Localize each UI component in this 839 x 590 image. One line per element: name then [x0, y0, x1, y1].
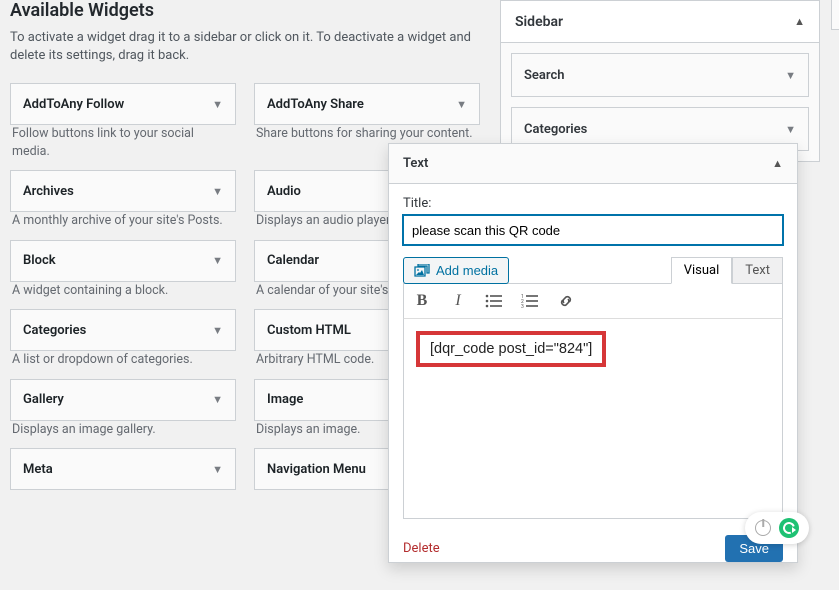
italic-button[interactable]: I: [448, 290, 468, 312]
chevron-down-icon: ▼: [785, 69, 796, 82]
svg-text:3: 3: [521, 304, 524, 308]
caret-up-icon: ▲: [772, 157, 783, 170]
text-widget-header[interactable]: Text ▲: [389, 144, 797, 184]
widget-desc: A widget containing a block.: [10, 282, 236, 300]
widget-name: Gallery: [23, 392, 64, 407]
widget-name: AddToAny Share: [267, 97, 364, 112]
chevron-down-icon: ▼: [212, 393, 223, 406]
sidebar-item-search[interactable]: Search ▼: [511, 53, 809, 97]
chevron-down-icon: ▼: [456, 98, 467, 111]
widget-addtoany-follow[interactable]: AddToAny Follow ▼: [10, 83, 236, 125]
bold-button[interactable]: B: [412, 290, 432, 312]
widget-desc: Follow buttons link to your social media…: [10, 125, 236, 160]
sidebar-panel: Sidebar ▲ Search ▼ Categories ▼: [500, 0, 820, 162]
power-icon[interactable]: [755, 520, 771, 536]
text-widget-title: Text: [403, 156, 428, 171]
widget-archives[interactable]: Archives ▼: [10, 170, 236, 212]
widget-name: Archives: [23, 184, 74, 199]
tab-visual[interactable]: Visual: [671, 257, 733, 284]
add-media-button[interactable]: Add media: [403, 257, 509, 284]
grammarly-widget[interactable]: [745, 512, 809, 544]
sidebar-item-label: Search: [524, 68, 565, 83]
chevron-down-icon: ▼: [212, 185, 223, 198]
sidebar-title: Sidebar: [515, 14, 563, 30]
add-media-label: Add media: [436, 263, 498, 278]
link-button[interactable]: [556, 290, 576, 312]
chevron-down-icon: ▼: [785, 123, 796, 136]
widget-gallery[interactable]: Gallery ▼: [10, 379, 236, 421]
widget-name: AddToAny Follow: [23, 97, 124, 112]
widget-name: Custom HTML: [267, 323, 351, 338]
media-icon: [414, 264, 430, 278]
sidebar-item-label: Categories: [524, 122, 587, 137]
widget-desc: A monthly archive of your site's Posts.: [10, 212, 236, 230]
widget-name: Block: [23, 253, 56, 268]
widget-block[interactable]: Block ▼: [10, 240, 236, 282]
widget-desc: Share buttons for sharing your content.: [254, 125, 480, 143]
text-widget-editor: Text ▲ Title: Add media Visual Text B I: [388, 143, 798, 563]
delete-link[interactable]: Delete: [403, 541, 440, 556]
adjacent-panel-edge: [831, 0, 839, 30]
sidebar-header[interactable]: Sidebar ▲: [501, 1, 819, 43]
widget-name: Calendar: [267, 253, 319, 268]
title-input[interactable]: [403, 215, 783, 245]
widget-name: Audio: [267, 184, 301, 199]
caret-up-icon: ▲: [794, 15, 805, 28]
available-widgets-description: To activate a widget drag it to a sideba…: [10, 29, 480, 65]
editor-content[interactable]: [dqr_code post_id="824"]: [403, 319, 783, 519]
editor-tabs: Visual Text: [671, 257, 783, 284]
widget-name: Categories: [23, 323, 86, 338]
chevron-down-icon: ▼: [212, 463, 223, 476]
widget-desc: A list or dropdown of categories.: [10, 351, 236, 369]
available-widgets-title: Available Widgets: [10, 0, 480, 21]
shortcode-text: [dqr_code post_id="824"]: [416, 331, 606, 367]
widget-name: Image: [267, 392, 303, 407]
tab-text[interactable]: Text: [732, 257, 783, 284]
widget-categories[interactable]: Categories ▼: [10, 309, 236, 351]
editor-toolbar: B I 123: [403, 283, 783, 319]
numbered-list-button[interactable]: 123: [520, 290, 540, 312]
bullet-list-button[interactable]: [484, 290, 504, 312]
chevron-down-icon: ▼: [212, 254, 223, 267]
chevron-down-icon: ▼: [212, 98, 223, 111]
widget-name: Navigation Menu: [267, 462, 366, 477]
widget-name: Meta: [23, 462, 53, 477]
widget-meta[interactable]: Meta ▼: [10, 448, 236, 490]
title-label: Title:: [403, 196, 783, 211]
chevron-down-icon: ▼: [212, 324, 223, 337]
widget-desc: Displays an image gallery.: [10, 421, 236, 439]
widget-addtoany-share[interactable]: AddToAny Share ▼: [254, 83, 480, 125]
grammarly-icon[interactable]: [779, 518, 799, 538]
